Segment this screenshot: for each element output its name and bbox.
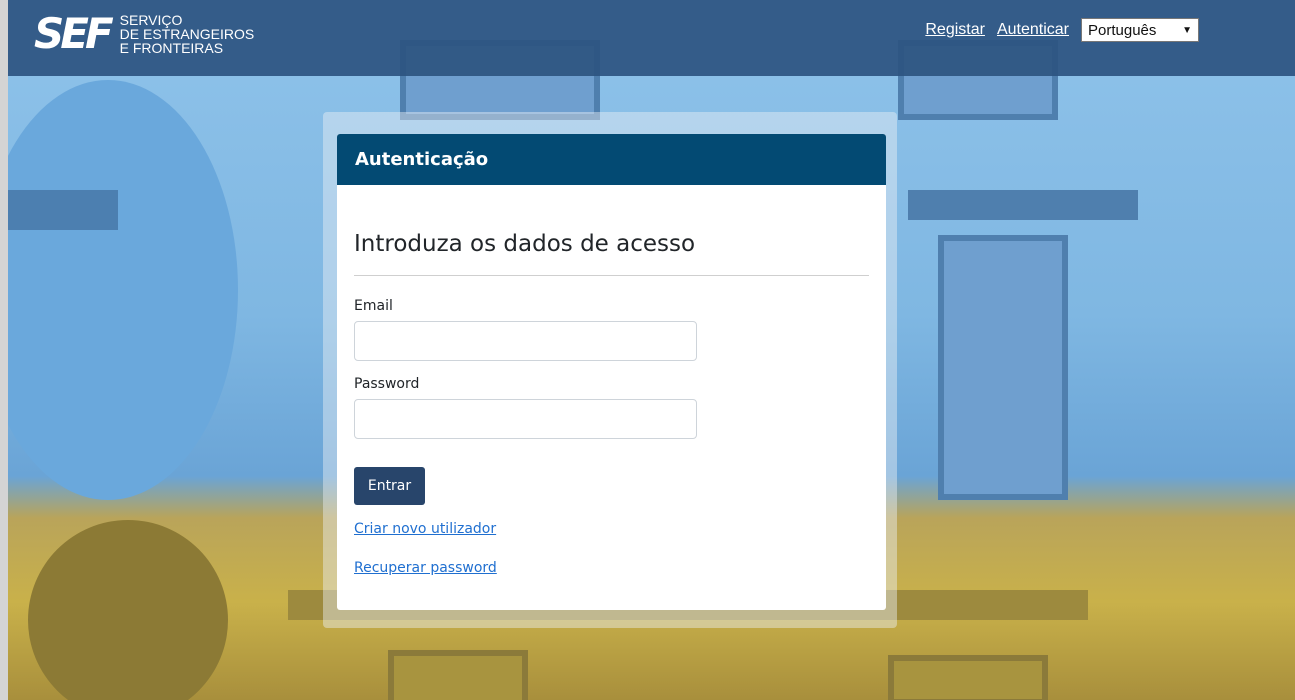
register-link[interactable]: Registar [925, 21, 985, 39]
sef-logo[interactable]: SEF SERVIÇO DE ESTRANGEIROS E FRONTEIRAS [34, 12, 254, 56]
logo-line: SERVIÇO [119, 12, 183, 28]
recover-password-link[interactable]: Recuperar password [354, 559, 869, 577]
background-shape [908, 190, 1138, 220]
background-shape [8, 80, 238, 500]
language-selected-value: Português [1088, 21, 1157, 39]
logo-text: SERVIÇO DE ESTRANGEIROS E FRONTEIRAS [120, 13, 255, 55]
logo-line: DE ESTRANGEIROS [119, 26, 255, 42]
logo-mark: SEF [34, 9, 114, 58]
top-bar: SEF SERVIÇO DE ESTRANGEIROS E FRONTEIRAS… [8, 0, 1295, 76]
divider [354, 275, 869, 276]
password-field[interactable] [354, 399, 697, 439]
card-header: Autenticação [337, 134, 886, 185]
card-body: Introduza os dados de acesso Email Passw… [337, 185, 886, 577]
page-title: Introduza os dados de acesso [354, 231, 696, 257]
logo-line: E FRONTEIRAS [119, 40, 224, 56]
chevron-down-icon: ▼ [1182, 24, 1192, 36]
background-shape [28, 520, 228, 700]
login-link[interactable]: Autenticar [997, 21, 1069, 39]
language-select[interactable]: Português ▼ [1081, 18, 1199, 42]
background-window [388, 650, 528, 700]
password-label: Password [354, 376, 420, 392]
submit-button[interactable]: Entrar [354, 467, 425, 505]
background-window [938, 235, 1068, 500]
top-navigation: Registar Autenticar Português ▼ [925, 18, 1199, 42]
email-label: Email [354, 298, 393, 314]
create-user-link[interactable]: Criar novo utilizador [354, 520, 869, 538]
background-shape [8, 190, 118, 230]
email-field[interactable] [354, 321, 697, 361]
login-card: Autenticação Introduza os dados de acess… [337, 134, 886, 610]
background-window [888, 655, 1048, 700]
